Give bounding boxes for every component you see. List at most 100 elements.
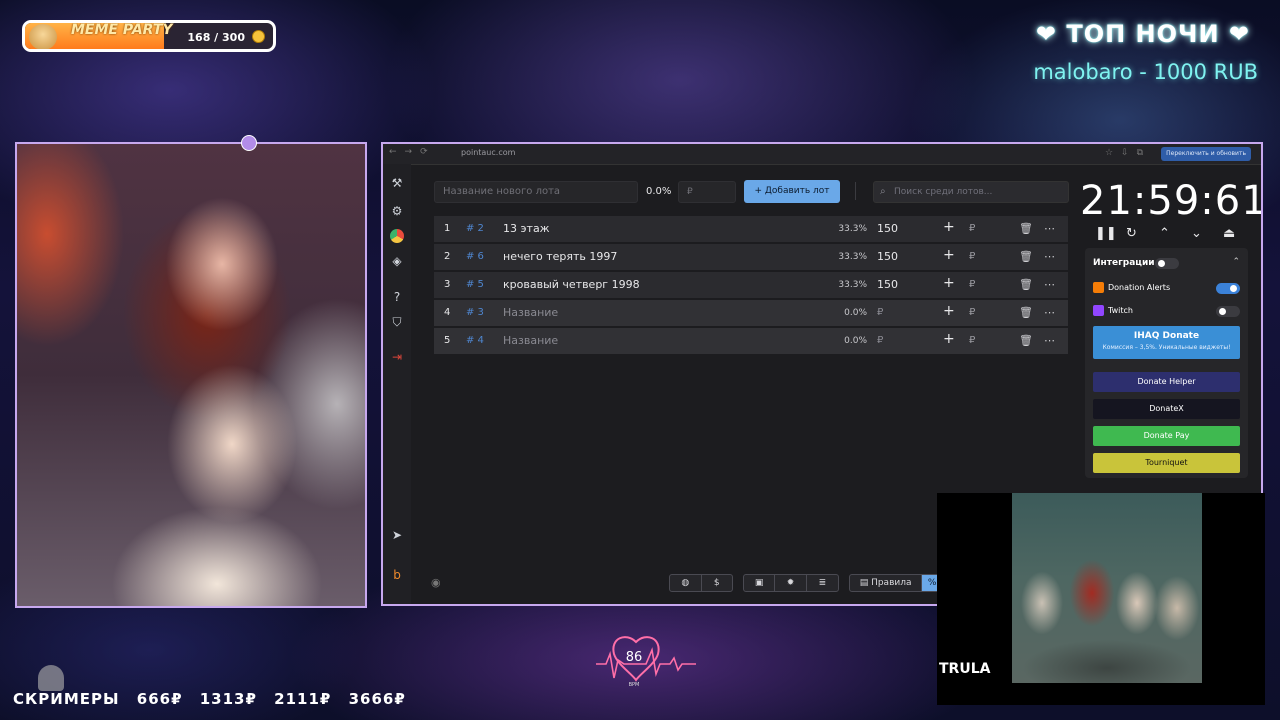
shield-icon[interactable]: ⛉ — [390, 315, 404, 329]
lot-row[interactable]: 1 # 2 13 этаж 33.3% 150 + ₽ 🗑 ⋯ — [434, 216, 1068, 242]
auction-timer: 21:59:61 — [1080, 178, 1263, 224]
profile-button[interactable]: Переключить и обновить — [1161, 147, 1251, 161]
twitch-toggle[interactable] — [1216, 306, 1240, 317]
logout-icon[interactable]: ⇥ — [390, 350, 404, 364]
lot-percent: 33.3% — [838, 252, 867, 262]
lot-percent: 0.0% — [844, 336, 867, 346]
heart-rate-unit: BPM — [628, 682, 640, 688]
twitch-label: Twitch — [1108, 306, 1133, 315]
lot-amount[interactable]: 150 — [877, 251, 898, 263]
lot-name[interactable]: нечего терять 1997 — [503, 251, 617, 263]
dollar-icon[interactable]: $ — [702, 575, 733, 591]
new-lot-amount-input[interactable]: ₽ — [678, 181, 736, 203]
more-icon[interactable]: ⋯ — [1044, 223, 1055, 235]
lot-row[interactable]: 2 # 6 нечего терять 1997 33.3% 150 + ₽ 🗑… — [434, 244, 1068, 270]
twitch-row: Twitch — [1093, 305, 1133, 316]
trash-icon[interactable]: 🗑 — [1019, 251, 1033, 263]
webcam-feed — [15, 142, 367, 608]
lot-number: 5 — [444, 335, 451, 346]
lot-row[interactable]: 3 # 5 кровавый четверг 1998 33.3% 150 + … — [434, 272, 1068, 298]
rules-button[interactable]: ▤ Правила — [850, 575, 923, 591]
rub-input[interactable]: ₽ — [969, 307, 975, 319]
url-text[interactable]: pointauc.com — [461, 148, 515, 157]
lot-name[interactable]: Название — [503, 335, 558, 347]
integrations-title: Интеграции — [1093, 258, 1155, 268]
trash-icon[interactable]: 🗑 — [1019, 307, 1033, 319]
trash-icon[interactable]: 🗑 — [1019, 223, 1033, 235]
top-night-title: ❤ ТОП НОЧИ ❤ — [1035, 20, 1250, 48]
integrations-panel: Интеграции ⌃ Donation Alerts Twitch IHAQ… — [1085, 248, 1248, 478]
lot-number: 2 — [444, 251, 451, 262]
trash-icon[interactable]: 🗑 — [1019, 335, 1033, 347]
clear-icon[interactable]: ≣ — [807, 575, 838, 591]
lot-row[interactable]: 5 # 4 Название 0.0% ₽ + ₽ 🗑 ⋯ — [434, 328, 1068, 354]
trash-icon[interactable]: 🗑 — [1019, 279, 1033, 291]
screamer-price: 2111₽ — [274, 690, 332, 708]
lot-name[interactable]: 13 этаж — [503, 223, 550, 235]
lot-name[interactable]: кровавый четверг 1998 — [503, 279, 640, 291]
plus-icon[interactable]: + — [943, 276, 955, 290]
help-icon[interactable]: ? — [390, 290, 404, 304]
meme-party-widget: MEME PARTY 168 / 300 — [22, 20, 276, 52]
eye-icon[interactable]: ◉ — [431, 576, 441, 589]
telegram-icon[interactable]: ➤ — [390, 528, 404, 542]
hammer-icon[interactable]: ⚒ — [390, 176, 404, 190]
boosty-icon[interactable]: b — [390, 568, 404, 582]
donation-alerts-toggle[interactable] — [1216, 283, 1240, 294]
more-icon[interactable]: ⋯ — [1044, 251, 1055, 263]
gear-icon[interactable]: ⚙ — [390, 204, 404, 218]
more-icon[interactable]: ⋯ — [1044, 307, 1055, 319]
integrations-toggle[interactable] — [1155, 258, 1179, 269]
more-icon[interactable]: ⋯ — [1044, 335, 1055, 347]
donate-helper-button[interactable]: Donate Helper — [1093, 372, 1240, 392]
eject-icon[interactable]: ⏏ — [1223, 226, 1235, 241]
screamer-price: 666₽ — [136, 690, 183, 708]
layers-icon[interactable]: ◈ — [390, 254, 404, 268]
search-icon: ⌕ — [880, 186, 886, 197]
pause-icon[interactable]: ❚❚ — [1095, 226, 1117, 241]
lot-amount[interactable]: ₽ — [877, 335, 883, 347]
plus-icon[interactable]: + — [943, 220, 955, 234]
donatex-button[interactable]: DonateX — [1093, 399, 1240, 419]
new-lot-input[interactable]: Название нового лота — [434, 181, 638, 203]
tourniquet-button[interactable]: Tourniquet — [1093, 453, 1240, 473]
plus-icon[interactable]: + — [943, 332, 955, 346]
screamers-bar: СКРИМЕРЫ 666₽ 1313₽ 2111₽ 3666₽ — [13, 690, 417, 708]
lot-row[interactable]: 4 # 3 Название 0.0% ₽ + ₽ 🗑 ⋯ — [434, 300, 1068, 326]
browser-toolbar-icons[interactable]: ☆⇩⧉ — [1105, 148, 1151, 158]
nav-arrows-icon[interactable]: ←→⟳ — [389, 147, 436, 157]
tools-group: ▣ ✹ ≣ — [743, 574, 839, 592]
screamer-price: 3666₽ — [348, 690, 406, 708]
more-icon[interactable]: ⋯ — [1044, 279, 1055, 291]
github-icon[interactable]: ◍ — [670, 575, 702, 591]
reset-icon[interactable]: ↻ — [1126, 226, 1137, 241]
plus-icon[interactable]: + — [943, 248, 955, 262]
chevron-up-icon[interactable]: ⌃ — [1232, 257, 1240, 267]
side-rail: ⚒ ⚙ ◈ ? ⛉ ⇥ ➤ b — [383, 164, 411, 604]
donate-pay-button[interactable]: Donate Pay — [1093, 426, 1240, 446]
chevron-down-icon[interactable]: ⌄ — [1191, 226, 1202, 241]
twitch-icon — [1093, 305, 1104, 316]
save-icon[interactable]: ▣ — [744, 575, 776, 591]
lot-name[interactable]: Название — [503, 307, 558, 319]
add-lot-button[interactable]: + Добавить лот — [744, 180, 840, 203]
lot-number: 4 — [444, 307, 451, 318]
ihaq-donate-button[interactable]: IHAQ Donate Комиссия – 3,5%. Уникальные … — [1093, 326, 1240, 359]
video-overlay: TRULA — [937, 493, 1265, 705]
lot-amount[interactable]: 150 — [877, 223, 898, 235]
donation-alerts-icon — [1093, 282, 1104, 293]
rub-input[interactable]: ₽ — [969, 223, 975, 235]
rub-input[interactable]: ₽ — [969, 279, 975, 291]
plus-icon[interactable]: + — [943, 304, 955, 318]
ihaq-title: IHAQ Donate — [1133, 331, 1200, 341]
bug-icon[interactable]: ✹ — [775, 575, 807, 591]
lot-percent: 0.0% — [844, 308, 867, 318]
wheel-icon[interactable] — [390, 229, 404, 243]
search-input[interactable]: ⌕ Поиск среди лотов... — [873, 181, 1069, 203]
lot-amount[interactable]: 150 — [877, 279, 898, 291]
donation-alerts-row: Donation Alerts — [1093, 282, 1170, 293]
lot-amount[interactable]: ₽ — [877, 307, 883, 319]
rub-input[interactable]: ₽ — [969, 335, 975, 347]
chevron-up-icon[interactable]: ⌃ — [1159, 226, 1170, 241]
rub-input[interactable]: ₽ — [969, 251, 975, 263]
